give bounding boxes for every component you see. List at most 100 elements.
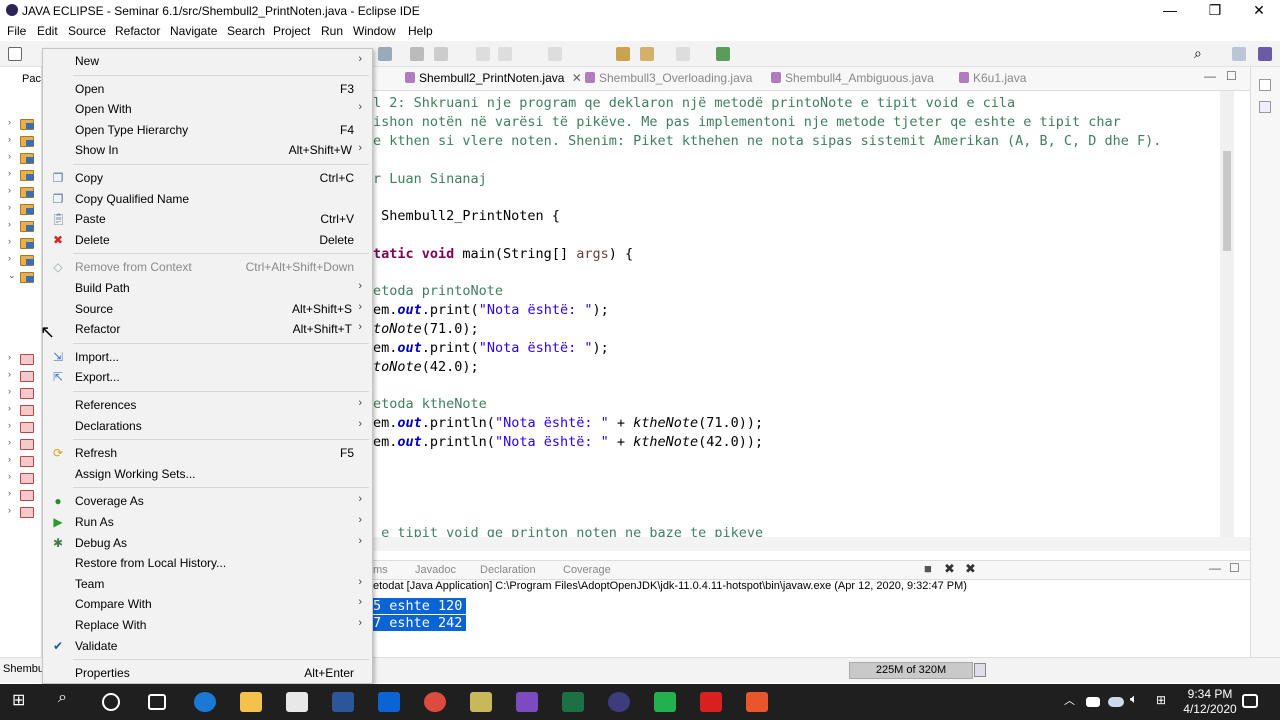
task-view-icon[interactable] [148,694,166,710]
maximize-editor-icon[interactable]: ☐ [1226,69,1237,83]
editor-vertical-scrollbar[interactable] [1220,91,1234,537]
menu-item-delete[interactable]: ✖ Delete Delete [43,230,372,250]
menu-item-compare-with[interactable]: Compare With › [43,594,372,614]
project-row[interactable]: › [6,454,40,468]
menu-item-coverage-as[interactable]: ● Coverage As › [43,491,372,511]
menu-item-export[interactable]: ⇱ Export... [43,367,372,387]
toolbar-tool-icon[interactable] [378,47,392,61]
menu-item-import[interactable]: ⇲ Import... [43,347,372,367]
toolbar-next-annotation-icon[interactable] [548,47,562,61]
volume-icon[interactable]: 🔈︎ [1130,691,1152,711]
menu-item-declarations[interactable]: Declarations › [43,416,372,436]
project-row[interactable]: › [6,185,40,199]
visual-studio-icon[interactable] [516,692,538,712]
restore-view-icon[interactable] [1259,79,1271,91]
project-row[interactable]: › [6,437,40,451]
menu-navigate[interactable]: Navigate [170,24,217,38]
edge-icon[interactable] [194,692,216,712]
tab-coverage[interactable]: Coverage [563,564,611,576]
tab-k6u1[interactable]: K6u1.java [959,71,1026,85]
menu-item-replace-with[interactable]: Replace With › [43,615,372,635]
cortana-icon[interactable] [102,693,120,711]
outline-view-icon[interactable] [1259,101,1271,113]
onedrive-icon[interactable] [1108,697,1124,707]
menu-file[interactable]: File [7,24,26,38]
project-row[interactable]: › [6,488,40,502]
minimize-console-icon[interactable]: — [1209,561,1221,575]
toolbar-marker-icon[interactable] [434,47,448,61]
project-row-expanded[interactable]: ⌄ [6,270,40,284]
new-icon[interactable] [8,47,22,61]
package-explorer-tab[interactable]: Pac [22,73,41,85]
toolbar-toggle-icon[interactable] [476,47,490,61]
menu-item-build-path[interactable]: Build Path › [43,278,372,298]
menu-item-copy-qualified-name[interactable]: ❐ Copy Qualified Name [43,189,372,209]
project-row[interactable]: › [6,253,40,267]
menu-help[interactable]: Help [408,24,433,38]
menu-item-refactor[interactable]: Refactor Alt+Shift+T › [43,319,372,339]
menu-source[interactable]: Source [68,24,106,38]
project-row[interactable]: › [6,168,40,182]
menu-item-assign-working-sets[interactable]: Assign Working Sets... [43,464,372,484]
perspective-icon[interactable] [1232,47,1246,61]
word-icon[interactable] [332,692,354,712]
menu-item-validate[interactable]: ✔ Validate [43,636,372,656]
toolbar-block-icon[interactable] [498,47,512,61]
toolbar-last-edit-icon[interactable] [616,47,630,61]
menu-run[interactable]: Run [321,24,343,38]
menu-refactor[interactable]: Refactor [115,24,160,38]
scrollbar-thumb[interactable] [1223,151,1231,251]
project-row[interactable]: › [6,134,40,148]
menu-item-run-as[interactable]: ▶ Run As › [43,512,372,532]
store-icon[interactable] [286,692,308,712]
menu-item-new[interactable]: New › [43,51,372,71]
menu-item-open-with[interactable]: Open With › [43,99,372,119]
language-icon[interactable]: ⊞ [1156,693,1178,713]
project-row[interactable]: › [6,403,40,417]
menu-item-copy[interactable]: ❐ Copy Ctrl+C [43,168,372,188]
menu-item-paste[interactable]: 📋︎ Paste Ctrl+V [43,209,372,229]
project-row[interactable]: › [6,151,40,165]
tab-declaration[interactable]: Declaration [480,564,536,576]
project-row[interactable]: › [6,420,40,434]
close-tab-icon[interactable]: ✕ [572,71,582,85]
menu-item-open-type-hierarchy[interactable]: Open Type Hierarchy F4 [43,120,372,140]
menu-item-team[interactable]: Team › [43,574,372,594]
snagit-icon[interactable] [746,692,768,712]
menu-project[interactable]: Project [273,24,310,38]
excel-icon[interactable] [562,692,584,712]
search-icon[interactable]: ⌕ [1194,45,1208,61]
mail-icon[interactable] [378,692,400,712]
menu-item-restore-from-local-history[interactable]: Restore from Local History... [43,553,372,573]
project-row[interactable]: › [6,117,40,131]
toolbar-annotation-icon[interactable] [410,47,424,61]
menu-item-open[interactable]: Open F3 [43,79,372,99]
project-row[interactable]: › [6,236,40,250]
battery-icon[interactable] [1086,697,1100,707]
code-editor[interactable]: l 2: Shkruani nje program qe deklaron nj… [373,91,1220,537]
project-row[interactable]: › [6,471,40,485]
tab-shembull4[interactable]: Shembull4_Ambiguous.java [771,71,934,85]
menu-item-show-in[interactable]: Show In Alt+Shift+W › [43,140,372,160]
remove-all-icon[interactable]: ✖ [965,561,976,577]
windows-start-icon[interactable]: ⊞ [12,690,34,710]
terminate-icon[interactable]: ■ [924,561,932,576]
menu-item-refresh[interactable]: ⟳ Refresh F5 [43,443,372,463]
project-row[interactable]: › [6,219,40,233]
tab-shembull3[interactable]: Shembull3_Overloading.java [585,71,752,85]
console-output[interactable]: 5 eshte 120 7 eshte 242 [373,598,1238,640]
menu-window[interactable]: Window [353,24,396,38]
menu-item-debug-as[interactable]: ✱ Debug As › [43,533,372,553]
menu-item-references[interactable]: References › [43,395,372,415]
project-row[interactable]: › [6,386,40,400]
heap-status[interactable]: 225M of 320M [849,662,973,679]
minimize-editor-icon[interactable]: — [1204,69,1216,83]
maximize-console-icon[interactable]: ☐ [1229,561,1240,575]
notepad-icon[interactable] [470,692,492,712]
tab-problems[interactable]: ms [373,564,388,576]
restore-button[interactable]: ❐ [1193,0,1237,22]
menu-item-properties[interactable]: Properties Alt+Enter [43,663,372,683]
remove-launch-icon[interactable]: ✖ [944,561,955,577]
eclipse-taskbar-icon[interactable] [608,692,630,712]
minimize-button[interactable]: — [1148,0,1192,22]
